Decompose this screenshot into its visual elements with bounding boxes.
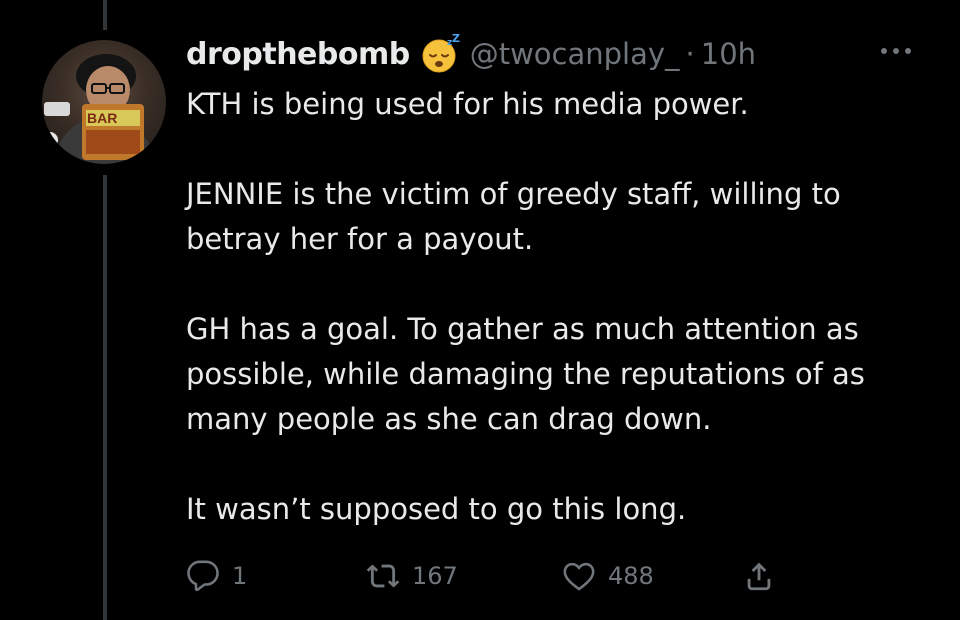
tweet-actions: 1 167 488 (186, 552, 806, 600)
retweet-button[interactable]: 167 (366, 552, 458, 600)
avatar-packet-text: BAR (87, 110, 117, 126)
header-separator: · (685, 37, 695, 71)
reply-button[interactable]: 1 (186, 552, 247, 600)
tweet-paragraph: JENNIE is the victim of greedy staff, wi… (186, 177, 841, 256)
retweet-count: 167 (412, 562, 458, 590)
timestamp[interactable]: 10h (701, 37, 756, 71)
avatar-image: BAR (42, 54, 160, 164)
svg-text:Z: Z (452, 33, 460, 45)
reply-count: 1 (232, 562, 248, 590)
tweet-paragraph: KTH is being used for his media power. (186, 87, 749, 121)
tweet-paragraph: GH has a goal. To gather as much attenti… (186, 312, 865, 436)
sleeping-face-emoji-icon: z Z (420, 32, 462, 75)
share-button[interactable] (742, 552, 776, 600)
tweet-header: dropthebomb z Z @twocanplay_ · 10h (186, 30, 756, 78)
more-options-button[interactable] (874, 36, 918, 66)
tweet-paragraph: It wasn’t supposed to go this long. (186, 492, 687, 526)
avatar[interactable]: BAR (42, 40, 166, 164)
tweet-body: KTH is being used for his media power. J… (186, 82, 926, 532)
thread-line-top (103, 0, 107, 30)
like-count: 488 (608, 562, 654, 590)
share-icon (747, 562, 771, 591)
reply-icon (187, 560, 219, 592)
like-button[interactable]: 488 (562, 552, 654, 600)
display-name[interactable]: dropthebomb (186, 37, 410, 72)
thread-line-bottom (103, 175, 107, 620)
retweet-icon (366, 564, 400, 588)
user-handle[interactable]: @twocanplay_ (470, 37, 680, 71)
heart-icon (563, 562, 595, 591)
more-dots-icon (881, 48, 911, 54)
